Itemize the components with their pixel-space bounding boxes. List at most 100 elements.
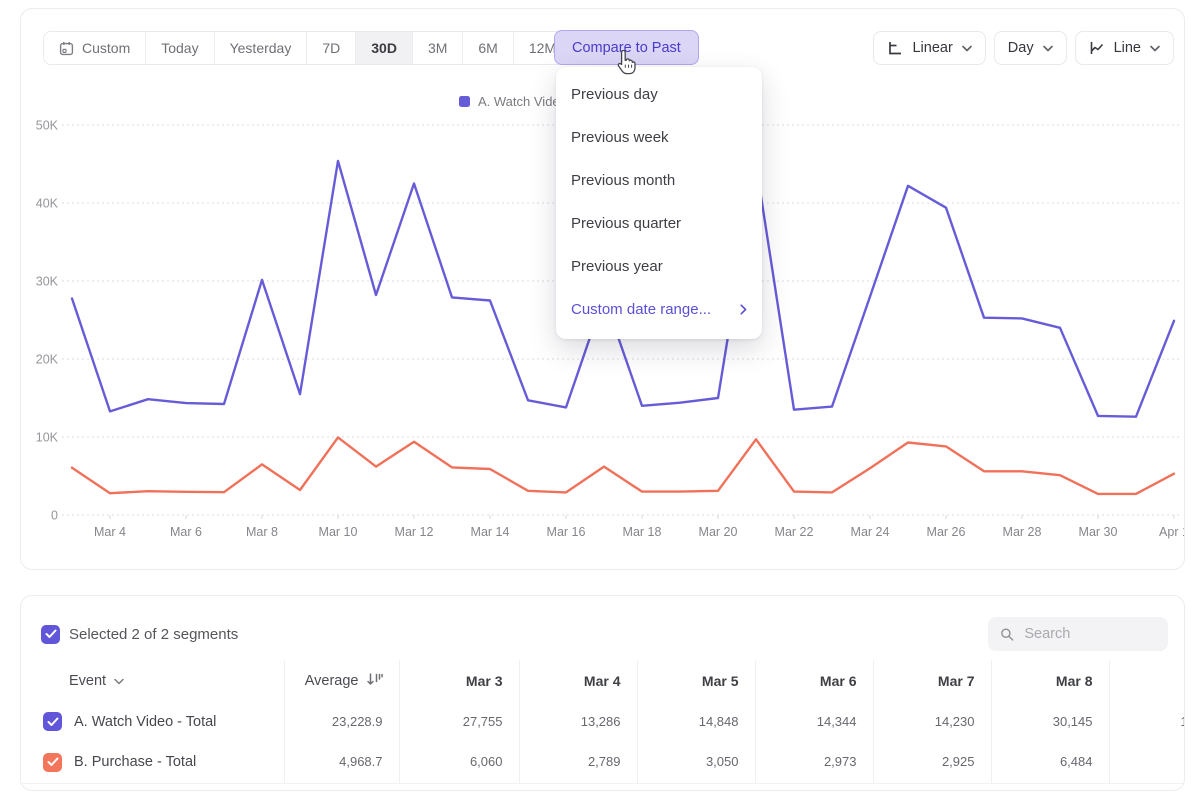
date-value: 3,050 xyxy=(637,742,755,783)
series-line-b xyxy=(72,437,1174,494)
chevron-down-icon xyxy=(1150,45,1160,52)
column-header-date: Mar 7 xyxy=(873,660,991,701)
interval-dropdown[interactable]: Day xyxy=(994,31,1067,65)
segment-checkbox[interactable] xyxy=(43,753,62,772)
range-button-today[interactable]: Today xyxy=(145,32,213,64)
date-value: 2,789 xyxy=(519,742,637,783)
chart-display-controls: Linear Day Line xyxy=(873,31,1174,65)
date-value: 6,484 xyxy=(991,742,1109,783)
date-value-clipped: 3, xyxy=(1109,742,1185,783)
range-button-label: 6M xyxy=(478,40,497,56)
x-axis-tick-label: Mar 24 xyxy=(851,525,890,539)
axis-icon xyxy=(887,40,903,56)
x-axis-tick-label: Mar 20 xyxy=(699,525,738,539)
range-button-custom[interactable]: Custom xyxy=(44,32,145,64)
event-header-label: Event xyxy=(69,673,106,689)
y-axis-tick-label: 30K xyxy=(36,275,59,289)
segments-table: EventAverageMar 3Mar 4Mar 5Mar 6Mar 7Mar… xyxy=(21,660,1185,784)
calendar-icon xyxy=(59,41,74,56)
chevron-down-icon xyxy=(962,45,972,52)
date-value: 14,848 xyxy=(637,701,755,742)
search-box[interactable] xyxy=(988,617,1168,651)
average-value: 23,228.9 xyxy=(284,701,399,742)
x-axis-tick-label: Mar 6 xyxy=(170,525,202,539)
date-value: 27,755 xyxy=(399,701,519,742)
range-button-7d[interactable]: 7D xyxy=(306,32,355,64)
table-row: B. Purchase - Total4,968.76,0602,7893,05… xyxy=(21,742,1185,783)
range-button-label: 30D xyxy=(371,40,397,56)
date-value: 2,973 xyxy=(755,742,873,783)
compare-to-past-button[interactable]: Compare to Past xyxy=(554,30,699,65)
chevron-down-icon xyxy=(1043,45,1053,52)
range-button-3m[interactable]: 3M xyxy=(412,32,462,64)
average-value: 4,968.7 xyxy=(284,742,399,783)
x-axis-tick-label: Mar 26 xyxy=(927,525,966,539)
chart-type-dropdown[interactable]: Line xyxy=(1075,31,1174,65)
y-axis-tick-label: 40K xyxy=(36,197,59,211)
range-button-label: 3M xyxy=(428,40,447,56)
menu-item-label: Previous month xyxy=(571,172,675,189)
segment-label-cell: B. Purchase - Total xyxy=(21,742,284,783)
column-header-date: Mar 6 xyxy=(755,660,873,701)
scale-dropdown[interactable]: Linear xyxy=(873,31,985,65)
date-value: 30,145 xyxy=(991,701,1109,742)
series-a-swatch xyxy=(459,96,470,107)
date-value: 2,925 xyxy=(873,742,991,783)
date-value: 6,060 xyxy=(399,742,519,783)
line-chart-icon xyxy=(1089,40,1105,56)
column-header-date-clipped: M xyxy=(1109,660,1185,701)
menu-item-previous-year[interactable]: Previous year xyxy=(556,245,762,288)
x-axis-tick-label: Mar 4 xyxy=(94,525,126,539)
date-value: 14,230 xyxy=(873,701,991,742)
menu-item-label: Previous quarter xyxy=(571,215,681,232)
y-axis-tick-label: 50K xyxy=(36,119,59,133)
table-header-row: EventAverageMar 3Mar 4Mar 5Mar 6Mar 7Mar… xyxy=(21,660,1185,701)
sort-descending-icon xyxy=(366,672,383,687)
range-button-6m[interactable]: 6M xyxy=(462,32,512,64)
date-value: 13,286 xyxy=(519,701,637,742)
x-axis-tick-label: Mar 18 xyxy=(623,525,662,539)
compare-to-past-menu: Previous day Previous week Previous month P… xyxy=(556,67,762,339)
column-header-date: Mar 8 xyxy=(991,660,1109,701)
y-axis-tick-label: 0 xyxy=(51,509,58,523)
x-axis-tick-label: Mar 14 xyxy=(471,525,510,539)
search-icon xyxy=(1000,626,1014,643)
check-icon xyxy=(47,717,59,727)
column-header-date: Mar 4 xyxy=(519,660,637,701)
range-button-label: Yesterday xyxy=(230,40,292,56)
menu-item-previous-week[interactable]: Previous week xyxy=(556,116,762,159)
segments-card: Selected 2 of 2 segments EventAverageMar… xyxy=(20,595,1185,791)
range-button-yesterday[interactable]: Yesterday xyxy=(214,32,307,64)
chart-legend: A. Watch Vide xyxy=(459,94,560,109)
x-axis-tick-label: Mar 22 xyxy=(775,525,814,539)
range-button-30d[interactable]: 30D xyxy=(355,32,412,64)
check-icon xyxy=(47,757,59,767)
x-axis-tick-label: Apr 1 xyxy=(1159,525,1184,539)
chevron-down-icon xyxy=(114,678,124,685)
menu-item-label: Previous day xyxy=(571,86,658,103)
chevron-right-icon xyxy=(740,304,747,315)
x-axis-tick-label: Mar 30 xyxy=(1079,525,1118,539)
range-button-label: Custom xyxy=(82,40,130,56)
column-header-date: Mar 5 xyxy=(637,660,755,701)
segment-checkbox[interactable] xyxy=(43,712,62,731)
menu-item-custom-date-range[interactable]: Custom date range... xyxy=(556,288,762,331)
date-value: 14,344 xyxy=(755,701,873,742)
search-input[interactable] xyxy=(1024,626,1156,642)
range-button-label: 12M xyxy=(529,40,556,56)
check-icon xyxy=(45,629,57,639)
menu-item-previous-month[interactable]: Previous month xyxy=(556,159,762,202)
x-axis-tick-label: Mar 8 xyxy=(246,525,278,539)
interval-dropdown-label: Day xyxy=(1008,40,1034,56)
menu-item-label: Previous week xyxy=(571,129,669,146)
menu-item-previous-quarter[interactable]: Previous quarter xyxy=(556,202,762,245)
column-header-average[interactable]: Average xyxy=(284,660,399,701)
range-button-label: 7D xyxy=(322,40,340,56)
column-header-event[interactable]: Event xyxy=(21,660,284,701)
select-all-checkbox[interactable] xyxy=(41,625,60,644)
menu-item-previous-day[interactable]: Previous day xyxy=(556,73,762,116)
x-axis-tick-label: Mar 28 xyxy=(1003,525,1042,539)
x-axis-tick-label: Mar 10 xyxy=(319,525,358,539)
average-header-label: Average xyxy=(305,673,359,689)
x-axis-tick-label: Mar 16 xyxy=(547,525,586,539)
